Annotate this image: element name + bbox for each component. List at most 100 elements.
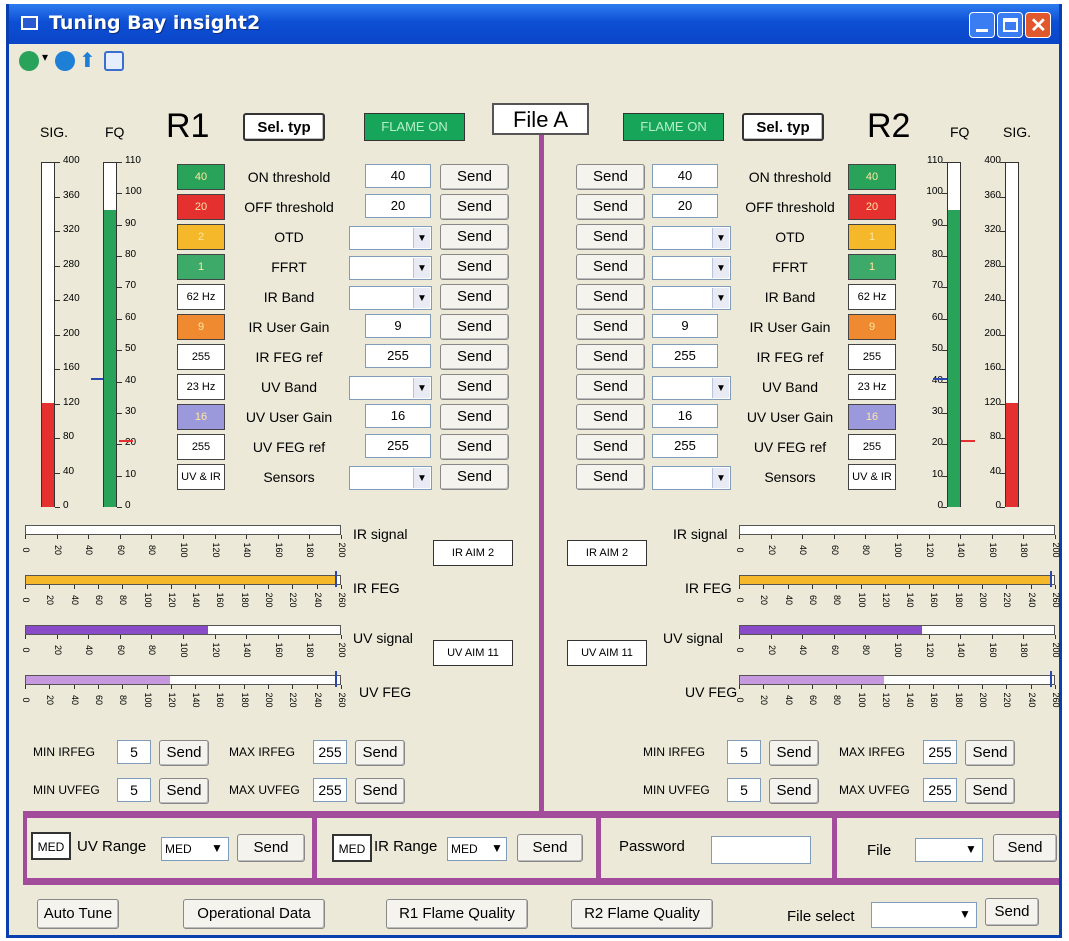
r1-uv-feg-tick — [268, 685, 269, 689]
r1-send-button[interactable]: Send — [440, 254, 509, 280]
close-button[interactable]: ✕ — [1025, 12, 1051, 38]
r2-send-button[interactable]: Send — [576, 464, 645, 490]
refresh-icon[interactable] — [19, 51, 39, 71]
print-icon[interactable] — [104, 51, 124, 71]
r1-send-button[interactable]: Send — [440, 374, 509, 400]
r1-min-uvfeg-input[interactable]: 5 — [117, 778, 151, 802]
r1-param-input[interactable]: 16 — [365, 404, 431, 428]
r2-send-button[interactable]: Send — [576, 164, 645, 190]
file-send-button[interactable]: Send — [993, 834, 1057, 862]
r1-min-uvfeg-send-button[interactable]: Send — [159, 778, 209, 804]
password-input[interactable] — [711, 836, 811, 864]
r2-send-button[interactable]: Send — [576, 434, 645, 460]
r2-max-uvfeg-input[interactable]: 255 — [923, 778, 957, 802]
file-select-send-button[interactable]: Send — [985, 898, 1039, 926]
r2-uv-signal-label: UV signal — [663, 630, 723, 646]
r2-ir-signal-tick — [992, 535, 993, 539]
r2-min-uvfeg-send-button[interactable]: Send — [769, 778, 819, 804]
r1-max-irfeg-send-button[interactable]: Send — [355, 740, 405, 766]
r1-param-select[interactable]: ▼ — [349, 286, 432, 310]
r2-param-input[interactable]: 20 — [652, 194, 718, 218]
r1-param-input[interactable]: 9 — [365, 314, 431, 338]
r1-param-select[interactable]: ▼ — [349, 256, 432, 280]
r1-send-button[interactable]: Send — [440, 224, 509, 250]
r1-send-button[interactable]: Send — [440, 464, 509, 490]
r1-min-irfeg-send-button[interactable]: Send — [159, 740, 209, 766]
r2-send-button[interactable]: Send — [576, 374, 645, 400]
r2-param-input[interactable]: 16 — [652, 404, 718, 428]
r2-param-select[interactable]: ▼ — [652, 256, 731, 280]
r1-min-irfeg-input[interactable]: 5 — [117, 740, 151, 764]
r2-max-irfeg-send-button[interactable]: Send — [965, 740, 1015, 766]
r1-send-button[interactable]: Send — [440, 434, 509, 460]
r2-min-irfeg-send-button[interactable]: Send — [769, 740, 819, 766]
r2-send-button[interactable]: Send — [576, 254, 645, 280]
chevron-down-icon[interactable]: ▼ — [413, 468, 430, 488]
r2-param-input[interactable]: 255 — [652, 434, 718, 458]
chevron-down-icon[interactable]: ▼ — [413, 228, 430, 248]
r2-ir-feg-tick — [1055, 585, 1056, 589]
maximize-button[interactable] — [997, 12, 1023, 38]
r1-param-select[interactable]: ▼ — [349, 226, 432, 250]
r1-send-button[interactable]: Send — [440, 194, 509, 220]
ir-range-send-button[interactable]: Send — [517, 834, 583, 862]
r2-send-button[interactable]: Send — [576, 314, 645, 340]
play-icon[interactable] — [55, 51, 75, 71]
r1-sel-typ-button[interactable]: Sel. typ — [243, 113, 325, 141]
r2-param-input[interactable]: 40 — [652, 164, 718, 188]
r2-send-button[interactable]: Send — [576, 344, 645, 370]
r2-param-input[interactable]: 255 — [652, 344, 718, 368]
r2-send-button[interactable]: Send — [576, 194, 645, 220]
r2-param-select[interactable]: ▼ — [652, 226, 731, 250]
file-select-arrow[interactable]: ▼ — [965, 842, 977, 856]
r1-send-button[interactable]: Send — [440, 404, 509, 430]
minimize-button[interactable] — [969, 12, 995, 38]
chevron-down-icon[interactable]: ▼ — [413, 288, 430, 308]
r1-flame-quality-button[interactable]: R1 Flame Quality — [386, 899, 528, 929]
r2-ir-feg-tick — [909, 585, 910, 589]
dropdown-arrow-icon[interactable]: ▾ — [42, 50, 48, 64]
chevron-down-icon[interactable]: ▼ — [413, 378, 430, 398]
r1-send-button[interactable]: Send — [440, 344, 509, 370]
r2-flame-quality-button[interactable]: R2 Flame Quality — [571, 899, 713, 929]
r1-uv-signal-tick — [183, 635, 184, 639]
r1-send-button[interactable]: Send — [440, 164, 509, 190]
r2-ir-signal-tick — [897, 535, 898, 539]
r2-sel-typ-button[interactable]: Sel. typ — [742, 113, 824, 141]
r1-max-irfeg-input[interactable]: 255 — [313, 740, 347, 764]
uv-range-select-arrow[interactable]: ▼ — [211, 841, 223, 855]
ir-range-select-arrow[interactable]: ▼ — [491, 841, 503, 855]
file-select-footer-arrow[interactable]: ▼ — [959, 907, 971, 921]
uv-range-send-button[interactable]: Send — [237, 834, 305, 862]
auto-tune-button[interactable]: Auto Tune — [37, 899, 119, 929]
r2-max-irfeg-input[interactable]: 255 — [923, 740, 957, 764]
r1-uv-feg-tick — [74, 685, 75, 689]
r1-param-select[interactable]: ▼ — [349, 376, 432, 400]
r1-param-input[interactable]: 40 — [365, 164, 431, 188]
r2-param-select[interactable]: ▼ — [652, 466, 731, 490]
r1-ir-feg-tick — [268, 585, 269, 589]
r2-param-select[interactable]: ▼ — [652, 376, 731, 400]
r2-send-button[interactable]: Send — [576, 404, 645, 430]
r2-sig-label: SIG. — [1003, 124, 1032, 140]
operational-data-button[interactable]: Operational Data — [183, 899, 325, 929]
param-label: ON threshold — [247, 169, 331, 185]
r1-max-uvfeg-send-button[interactable]: Send — [355, 778, 405, 804]
r1-param-select[interactable]: ▼ — [349, 466, 432, 490]
r1-param-input[interactable]: 20 — [365, 194, 431, 218]
r2-send-button[interactable]: Send — [576, 284, 645, 310]
r2-min-uvfeg-input[interactable]: 5 — [727, 778, 761, 802]
r2-param-input[interactable]: 9 — [652, 314, 718, 338]
r1-max-uvfeg-input[interactable]: 255 — [313, 778, 347, 802]
r2-param-select[interactable]: ▼ — [652, 286, 731, 310]
r2-max-uvfeg-send-button[interactable]: Send — [965, 778, 1015, 804]
chevron-down-icon[interactable]: ▼ — [413, 258, 430, 278]
r2-send-button[interactable]: Send — [576, 224, 645, 250]
r1-param-input[interactable]: 255 — [365, 434, 431, 458]
r1-param-chip: 1 — [177, 254, 225, 280]
upload-icon[interactable]: ⬆ — [79, 51, 99, 71]
r1-send-button[interactable]: Send — [440, 284, 509, 310]
r2-min-irfeg-input[interactable]: 5 — [727, 740, 761, 764]
r1-send-button[interactable]: Send — [440, 314, 509, 340]
r1-param-input[interactable]: 255 — [365, 344, 431, 368]
